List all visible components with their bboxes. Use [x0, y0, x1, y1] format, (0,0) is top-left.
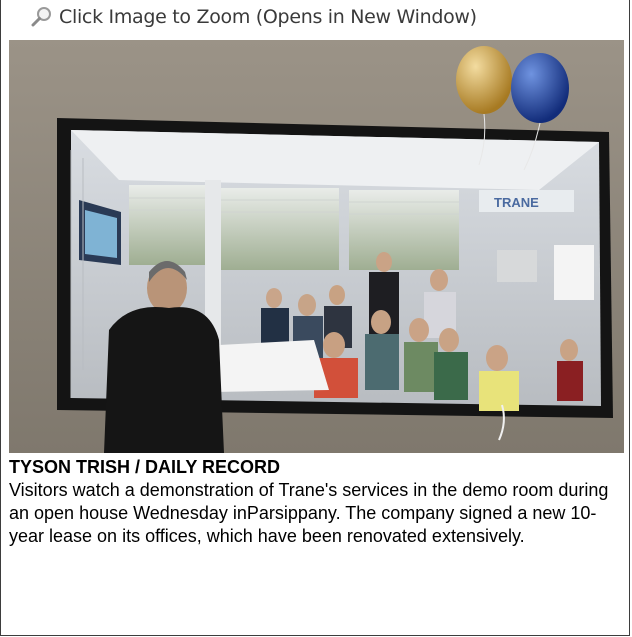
caption-text: Visitors watch a demonstration of Trane'…	[9, 480, 609, 546]
wall-sign: TRANE	[494, 195, 539, 210]
photo-caption: TYSON TRISH / DAILY RECORD Visitors watc…	[9, 456, 621, 548]
photo-credit: TYSON TRISH / DAILY RECORD	[9, 457, 281, 477]
zoom-link-label: Click Image to Zoom (Opens in New Window…	[59, 6, 477, 28]
article-photo[interactable]: TRANE	[9, 40, 624, 453]
photo-illustration: TRANE	[9, 40, 624, 453]
zoom-link[interactable]: Click Image to Zoom (Opens in New Window…	[31, 6, 477, 28]
article-photo-panel: Click Image to Zoom (Opens in New Window…	[0, 0, 630, 636]
magnifier-icon	[31, 6, 53, 28]
